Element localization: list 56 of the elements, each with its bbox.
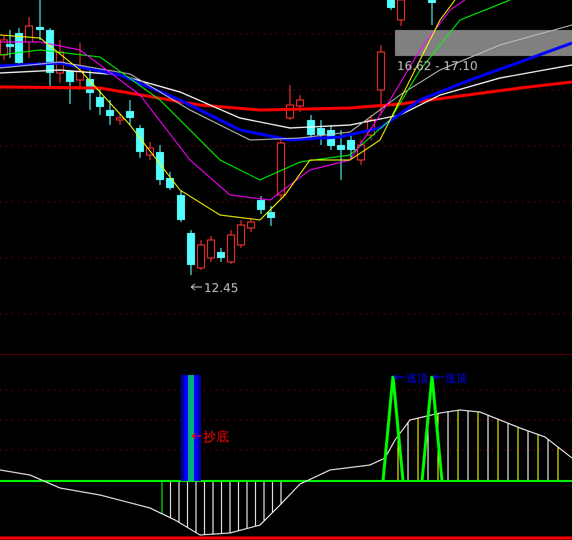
candlestick — [187, 230, 195, 276]
candlestick — [327, 124, 335, 150]
candlestick — [387, 0, 395, 10]
candlestick — [337, 130, 345, 180]
histogram-line — [178, 480, 180, 523]
candlestick — [286, 84, 294, 120]
candlestick — [136, 124, 144, 158]
candlestick — [277, 140, 285, 198]
candlestick — [76, 42, 84, 90]
leader-line — [432, 374, 444, 380]
candlestick — [237, 220, 245, 248]
signal-label: 逃顶 — [406, 372, 428, 385]
candlestick — [357, 140, 365, 166]
histogram-line — [170, 480, 171, 518]
histogram-line — [238, 480, 239, 532]
candlestick — [197, 240, 205, 270]
candlestick — [46, 28, 54, 86]
candlestick — [428, 0, 436, 26]
candlestick — [317, 120, 325, 146]
candlestick — [96, 86, 104, 116]
candlestick — [367, 114, 375, 140]
low-price-label: 12.45 — [204, 281, 238, 295]
histogram-line — [280, 480, 282, 504]
leader-line — [394, 374, 406, 380]
candlestick — [106, 100, 114, 126]
candlestick — [156, 144, 164, 186]
candlestick — [126, 100, 134, 126]
histogram-line — [272, 480, 273, 513]
candlestick — [25, 16, 33, 58]
histogram-line — [187, 480, 188, 528]
signal-label: 逃顶 — [445, 372, 467, 385]
candlestick — [36, 0, 44, 40]
candlestick — [56, 40, 64, 84]
leader-line — [192, 432, 202, 440]
candlestick — [217, 248, 225, 262]
candlestick — [347, 134, 355, 158]
candlestick — [247, 218, 255, 232]
candlestick — [66, 70, 74, 104]
candlestick — [177, 190, 185, 222]
candlestick — [397, 0, 405, 26]
candlestick — [146, 142, 154, 160]
candlestick — [267, 206, 275, 226]
histogram-line — [246, 480, 248, 529]
candlestick — [227, 230, 235, 264]
candlestick — [257, 196, 265, 214]
histogram-line — [255, 480, 256, 527]
candlestick — [166, 172, 174, 190]
candlestick — [377, 44, 385, 116]
leader-line — [190, 284, 202, 290]
histogram-line — [204, 480, 205, 536]
candlestick — [116, 114, 124, 126]
candlestick — [207, 236, 215, 262]
histogram-line — [212, 480, 214, 535]
signal-label: 抄底 — [203, 430, 229, 445]
histogram-line — [221, 480, 222, 534]
candlestick — [296, 94, 304, 112]
